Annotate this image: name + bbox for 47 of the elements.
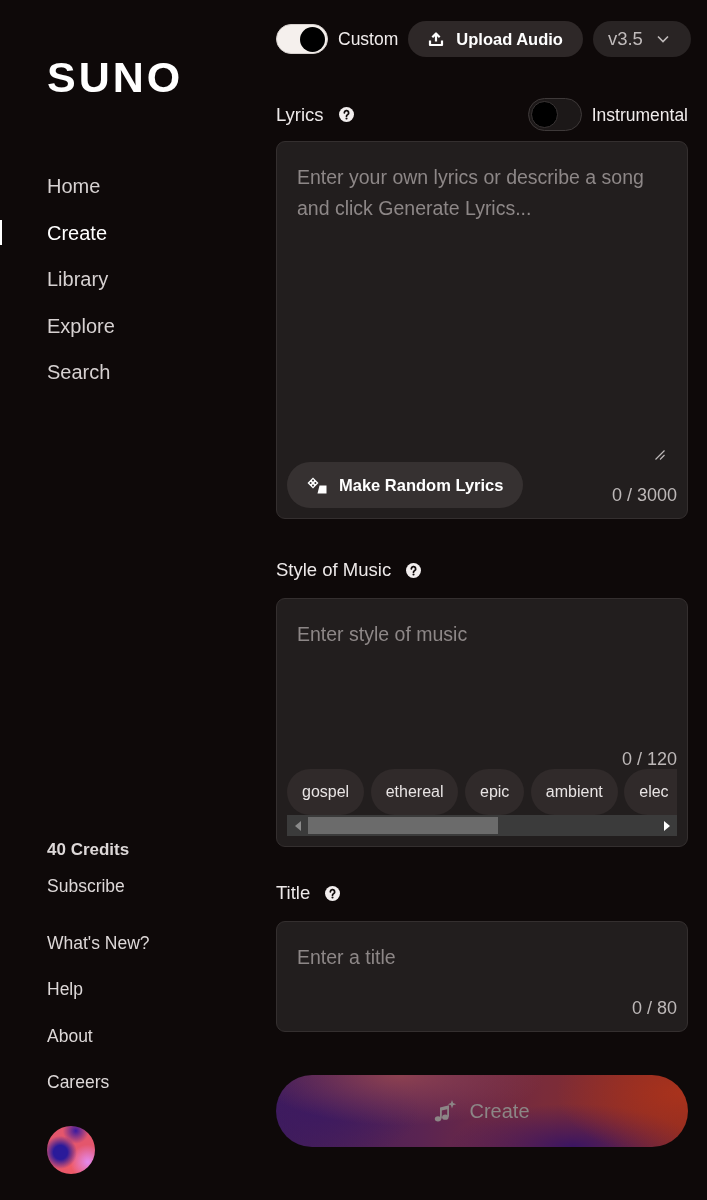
scroll-left-icon[interactable] xyxy=(294,820,301,831)
instrumental-label: Instrumental xyxy=(591,103,688,126)
genre-tag[interactable]: epic xyxy=(465,769,525,815)
upload-audio-button[interactable]: Upload Audio xyxy=(408,21,583,57)
avatar[interactable] xyxy=(47,1126,95,1174)
title-input[interactable]: Enter a title xyxy=(287,932,677,999)
nav-link[interactable]: Search xyxy=(47,360,111,385)
version-select[interactable]: v3.5 xyxy=(592,21,691,57)
help-icon[interactable] xyxy=(325,885,341,901)
footer-link[interactable]: What's New? xyxy=(47,930,150,955)
random-lyrics-button[interactable]: Make Random Lyrics xyxy=(287,462,524,508)
scrollbar-thumb[interactable] xyxy=(308,817,498,834)
nav-link[interactable]: Home xyxy=(47,174,101,199)
character-counter: 0 / 80 xyxy=(631,999,677,1018)
horizontal-scrollbar[interactable] xyxy=(287,815,677,836)
footer-link[interactable]: Careers xyxy=(47,1070,110,1094)
lyrics-label: Lyrics xyxy=(276,102,324,127)
character-counter: 0 / 3000 xyxy=(611,485,677,505)
resize-grip-icon[interactable] xyxy=(655,450,665,460)
nav-link[interactable]: Explore xyxy=(47,313,115,338)
active-indicator xyxy=(0,220,2,246)
lyrics-input[interactable]: Enter your own lyrics or describe a song and click Generate Lyrics... xyxy=(287,152,677,462)
genre-tag[interactable]: ambient xyxy=(530,769,618,815)
chevron-down-icon xyxy=(656,35,669,43)
custom-label: Custom xyxy=(338,28,399,50)
genre-tag[interactable]: ethereal xyxy=(370,769,459,815)
credits-count: 40 Credits xyxy=(47,838,130,861)
nav-link[interactable]: Library xyxy=(47,267,109,292)
custom-toggle[interactable] xyxy=(276,24,328,54)
genre-tag[interactable]: gospel xyxy=(287,769,365,815)
style-input[interactable]: Enter style of music xyxy=(287,609,677,750)
genre-tag[interactable]: elec xyxy=(624,769,677,815)
nav-link[interactable]: Create xyxy=(47,220,108,245)
character-counter: 0 / 120 xyxy=(621,750,677,769)
title-label: Title xyxy=(276,881,311,905)
scroll-right-icon[interactable] xyxy=(663,820,670,831)
help-icon[interactable] xyxy=(406,562,422,578)
footer-link[interactable]: About xyxy=(47,1023,93,1048)
style-of-music-label: Style of Music xyxy=(276,558,392,582)
help-icon[interactable] xyxy=(338,107,354,122)
upload-icon xyxy=(428,31,445,47)
subscribe-link[interactable]: Subscribe xyxy=(47,873,125,898)
dice-icon xyxy=(307,476,327,494)
instrumental-toggle[interactable] xyxy=(527,98,582,131)
logo[interactable]: SUNO xyxy=(47,56,184,99)
footer-link[interactable]: Help xyxy=(47,977,83,1001)
music-sparkle-icon xyxy=(434,1100,458,1122)
